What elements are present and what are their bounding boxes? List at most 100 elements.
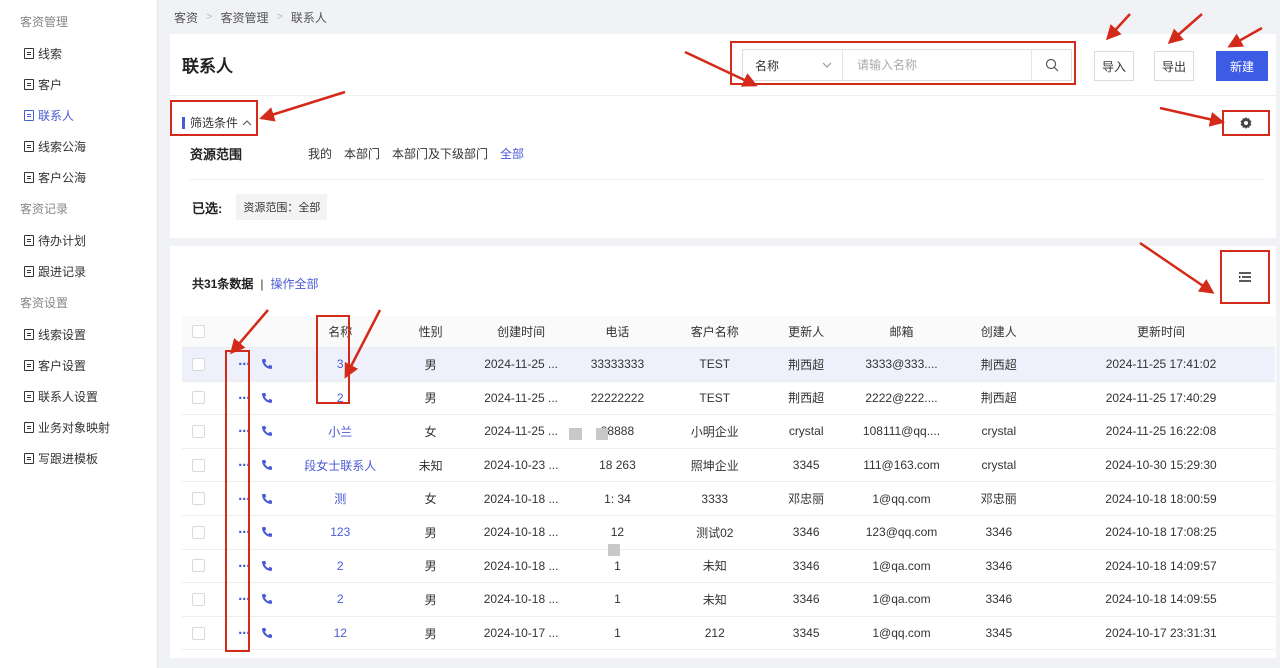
more-dots-icon[interactable]: ⋯ bbox=[238, 392, 251, 404]
row-actions: ⋯ bbox=[215, 627, 296, 639]
column-header-updater[interactable]: 更新人 bbox=[760, 323, 852, 340]
more-dots-icon[interactable]: ⋯ bbox=[238, 560, 251, 572]
more-dots-icon[interactable]: ⋯ bbox=[238, 459, 251, 471]
row-checkbox[interactable] bbox=[192, 525, 206, 539]
phone-icon[interactable] bbox=[261, 358, 273, 370]
contact-name-link[interactable]: 小兰 bbox=[296, 423, 384, 440]
row-checkbox[interactable] bbox=[192, 391, 206, 405]
more-dots-icon[interactable]: ⋯ bbox=[238, 358, 251, 370]
phone-icon[interactable] bbox=[261, 425, 273, 437]
settings-button[interactable] bbox=[1222, 110, 1270, 136]
sidebar-item-todo-plan[interactable]: 待办计划 bbox=[0, 225, 157, 256]
cell-updated-time: 2024-11-25 17:40:29 bbox=[1105, 390, 1217, 405]
phone-icon[interactable] bbox=[261, 593, 273, 605]
chosen-row: 已选: 资源范围：全部 bbox=[192, 194, 328, 220]
phone-icon[interactable] bbox=[261, 392, 273, 404]
row-actions: ⋯ bbox=[215, 593, 296, 605]
row-select-cell bbox=[182, 559, 215, 573]
contact-name-link[interactable]: 3 bbox=[296, 357, 384, 371]
phone-icon[interactable] bbox=[261, 627, 273, 639]
sidebar-group-title: 客资管理 bbox=[20, 15, 69, 29]
table-row[interactable]: ⋯ 段女士联系人 未知 2024-10-23 ... 18 263 照坤企业 3345 111… bbox=[182, 449, 1275, 483]
more-dots-icon[interactable]: ⋯ bbox=[238, 493, 251, 505]
search-button[interactable] bbox=[1031, 50, 1071, 80]
phone-icon[interactable] bbox=[261, 493, 273, 505]
column-header-created-time[interactable]: 创建时间 bbox=[477, 323, 565, 340]
column-header-phone[interactable]: 电话 bbox=[565, 323, 669, 340]
phone-icon[interactable] bbox=[261, 560, 273, 572]
sidebar-item-contact-settings[interactable]: 联系人设置 bbox=[0, 381, 157, 412]
scope-option-mine[interactable]: 我的 bbox=[308, 145, 332, 162]
scope-option-department-and-sub[interactable]: 本部门及下级部门 bbox=[392, 145, 488, 162]
chevron-up-icon bbox=[242, 120, 252, 126]
row-checkbox[interactable] bbox=[192, 559, 206, 573]
row-checkbox[interactable] bbox=[192, 592, 206, 606]
contact-name-link[interactable]: 12 bbox=[296, 626, 384, 640]
cell-created-time: 2024-10-18 ... bbox=[483, 592, 559, 607]
sidebar-item-lead-pool[interactable]: 线索公海 bbox=[0, 131, 157, 162]
column-header-creator[interactable]: 创建人 bbox=[951, 323, 1047, 340]
column-header-sex[interactable]: 性别 bbox=[384, 323, 476, 340]
cell-updater: 3345 bbox=[792, 458, 820, 473]
contact-name-link[interactable]: 2 bbox=[296, 559, 384, 573]
sidebar-item-customer-settings[interactable]: 客户设置 bbox=[0, 350, 157, 381]
column-header-email[interactable]: 邮箱 bbox=[852, 323, 950, 340]
operate-all-link[interactable]: 操作全部 bbox=[270, 275, 318, 292]
contact-name-link[interactable]: 2 bbox=[296, 391, 384, 405]
scope-option-department[interactable]: 本部门 bbox=[344, 145, 380, 162]
sidebar-group-title: 客资设置 bbox=[20, 296, 69, 310]
chosen-tag[interactable]: 资源范围：全部 bbox=[236, 194, 328, 220]
import-button[interactable]: 导入 bbox=[1094, 51, 1134, 81]
table-row[interactable]: ⋯ 123 男 2024-10-18 ... 12 测试02 3346 123@qq.com 3… bbox=[182, 516, 1275, 550]
sidebar-item-followup-template[interactable]: 写跟进模板 bbox=[0, 443, 157, 474]
search-input[interactable] bbox=[843, 50, 1031, 80]
contact-name-link[interactable]: 2 bbox=[296, 592, 384, 606]
breadcrumb-item[interactable]: 客资 bbox=[174, 9, 198, 26]
sidebar-item-lead-settings[interactable]: 线索设置 bbox=[0, 319, 157, 350]
row-checkbox[interactable] bbox=[192, 424, 206, 438]
cell-creator: 邓忠丽 bbox=[980, 492, 1017, 507]
sidebar-item-customer-pool[interactable]: 客户公海 bbox=[0, 162, 157, 193]
export-button[interactable]: 导出 bbox=[1154, 51, 1194, 81]
phone-icon[interactable] bbox=[261, 526, 273, 538]
column-header-customer[interactable]: 客户名称 bbox=[670, 323, 760, 340]
table-row[interactable]: ⋯ 2 男 2024-10-18 ... 1 未知 3346 1@qa.com 3346 2024… bbox=[182, 550, 1275, 584]
sidebar-item-contacts[interactable]: 联系人 bbox=[0, 100, 157, 131]
row-actions: ⋯ bbox=[215, 358, 296, 370]
column-settings-button[interactable] bbox=[1220, 250, 1270, 304]
contact-name-link[interactable]: 123 bbox=[296, 525, 384, 539]
column-header-name[interactable]: 名称 bbox=[296, 323, 384, 340]
column-header-updated-time[interactable]: 更新时间 bbox=[1047, 323, 1275, 340]
row-checkbox[interactable] bbox=[192, 458, 206, 472]
sidebar-item-object-mapping[interactable]: 业务对象映射 bbox=[0, 412, 157, 443]
sidebar-item-label: 待办计划 bbox=[38, 234, 87, 248]
sidebar-item-leads[interactable]: 线索 bbox=[0, 38, 157, 69]
sidebar-item-followup-records[interactable]: 跟进记录 bbox=[0, 256, 157, 287]
table-row[interactable]: ⋯ 12 男 2024-10-17 ... 1 212 3345 1@qq.com 3345 20… bbox=[182, 617, 1275, 651]
table-row[interactable]: ⋯ 测 女 2024-10-18 ... 1: 34 3333 邓忠丽 1@qq.com 邓忠丽… bbox=[182, 482, 1275, 516]
row-checkbox[interactable] bbox=[192, 492, 206, 506]
new-button[interactable]: 新建 bbox=[1216, 51, 1268, 81]
scope-option-all[interactable]: 全部 bbox=[500, 145, 524, 162]
more-dots-icon[interactable]: ⋯ bbox=[238, 425, 251, 437]
search-field-select[interactable]: 名称 bbox=[743, 50, 843, 80]
cell-customer: 未知 bbox=[702, 592, 727, 607]
contact-name-link[interactable]: 测 bbox=[296, 490, 384, 507]
select-all-checkbox[interactable] bbox=[192, 325, 206, 338]
row-checkbox[interactable] bbox=[192, 357, 206, 371]
table-row[interactable]: ⋯ 小兰女 2024-11-25 ... 88888 小明企业 crystal 108111… bbox=[182, 415, 1275, 449]
sidebar-item-customers[interactable]: 客户 bbox=[0, 69, 157, 100]
page-title: 联系人 bbox=[182, 57, 233, 76]
phone-icon[interactable] bbox=[261, 459, 273, 471]
more-dots-icon[interactable]: ⋯ bbox=[238, 593, 251, 605]
filter-toggle[interactable]: 筛选条件 bbox=[182, 114, 252, 131]
contact-name-link[interactable]: 段女士联系人 bbox=[296, 457, 384, 474]
table-row[interactable]: ⋯ 2 男 2024-10-18 ... 1 未知 3346 1@qa.com 3346 2024… bbox=[182, 583, 1275, 617]
cell-sex: 男 bbox=[424, 559, 437, 574]
row-checkbox[interactable] bbox=[192, 626, 206, 640]
table-row[interactable]: ⋯ 3 男 2024-11-25 ... 33333333 TEST 荆西超 3333@333… bbox=[182, 348, 1275, 382]
more-dots-icon[interactable]: ⋯ bbox=[238, 526, 251, 538]
table-row[interactable]: ⋯ 2 男 2024-11-25 ... 22222222 TEST 荆西超 2222@222… bbox=[182, 382, 1275, 416]
breadcrumb-item[interactable]: 客资管理 bbox=[220, 9, 268, 26]
more-dots-icon[interactable]: ⋯ bbox=[238, 627, 251, 639]
